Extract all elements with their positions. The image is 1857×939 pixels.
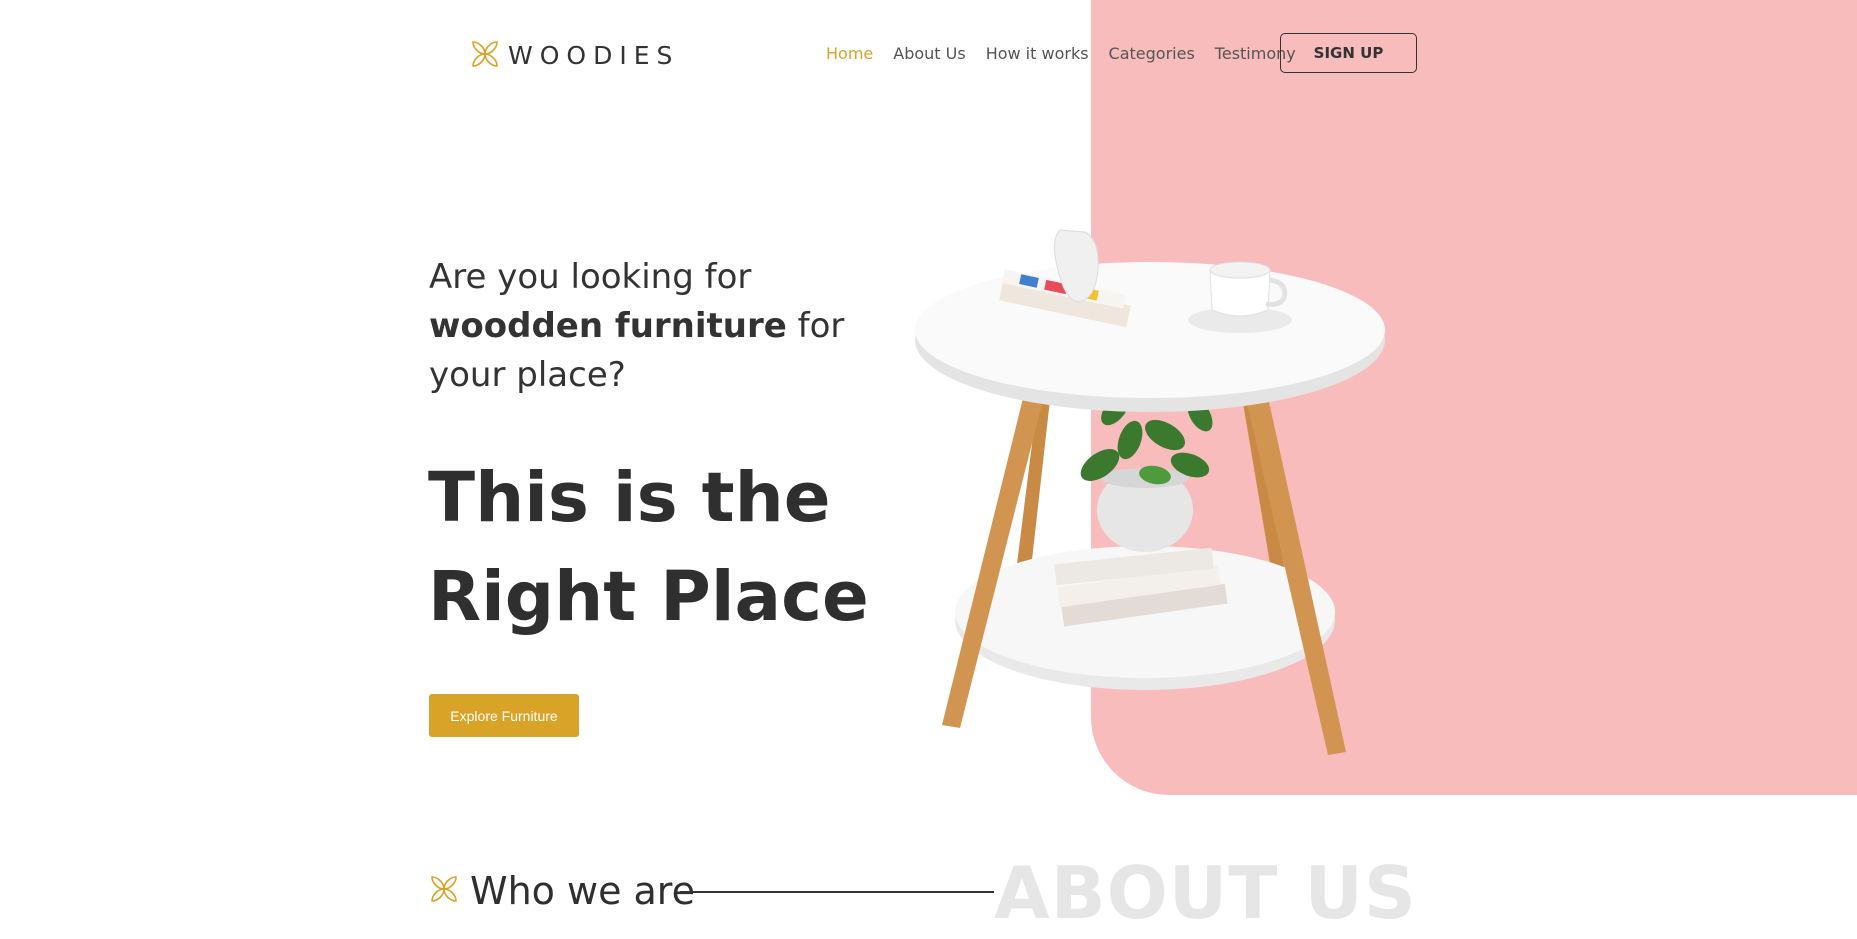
brand-name: WOODIES [508,41,680,70]
table-top [915,262,1385,398]
explore-furniture-button[interactable]: Explore Furniture [429,694,579,737]
about-us-background-text: ABOUT US [994,851,1417,935]
nav-item-categories[interactable]: Categories [1109,44,1195,64]
hero-title-line-1: This is the [428,458,831,538]
nav-item-home[interactable]: Home [826,44,873,64]
hero-subtitle: Are you looking for woodden furniture fo… [429,253,879,400]
logo[interactable]: WOODIES [469,38,679,74]
signup-button[interactable]: SIGN UP [1280,33,1417,73]
side-table-image [915,229,1385,755]
divider-line [680,891,994,893]
hero-subtitle-prefix: Are you looking for [429,257,752,297]
about-section-heading: Who we are [428,868,695,914]
main-nav: Home About Us How it works Categories Te… [826,44,1296,64]
nav-item-how-it-works[interactable]: How it works [986,44,1089,64]
nav-item-about-us[interactable]: About Us [893,44,965,64]
who-we-are-title: Who we are [470,869,695,913]
flower-icon [428,873,460,909]
hero-title: This is the Right Place [428,449,948,647]
flower-icon [469,38,501,74]
hero-title-line-2: Right Place [428,557,869,637]
hero-subtitle-bold: woodden furniture [429,306,787,346]
